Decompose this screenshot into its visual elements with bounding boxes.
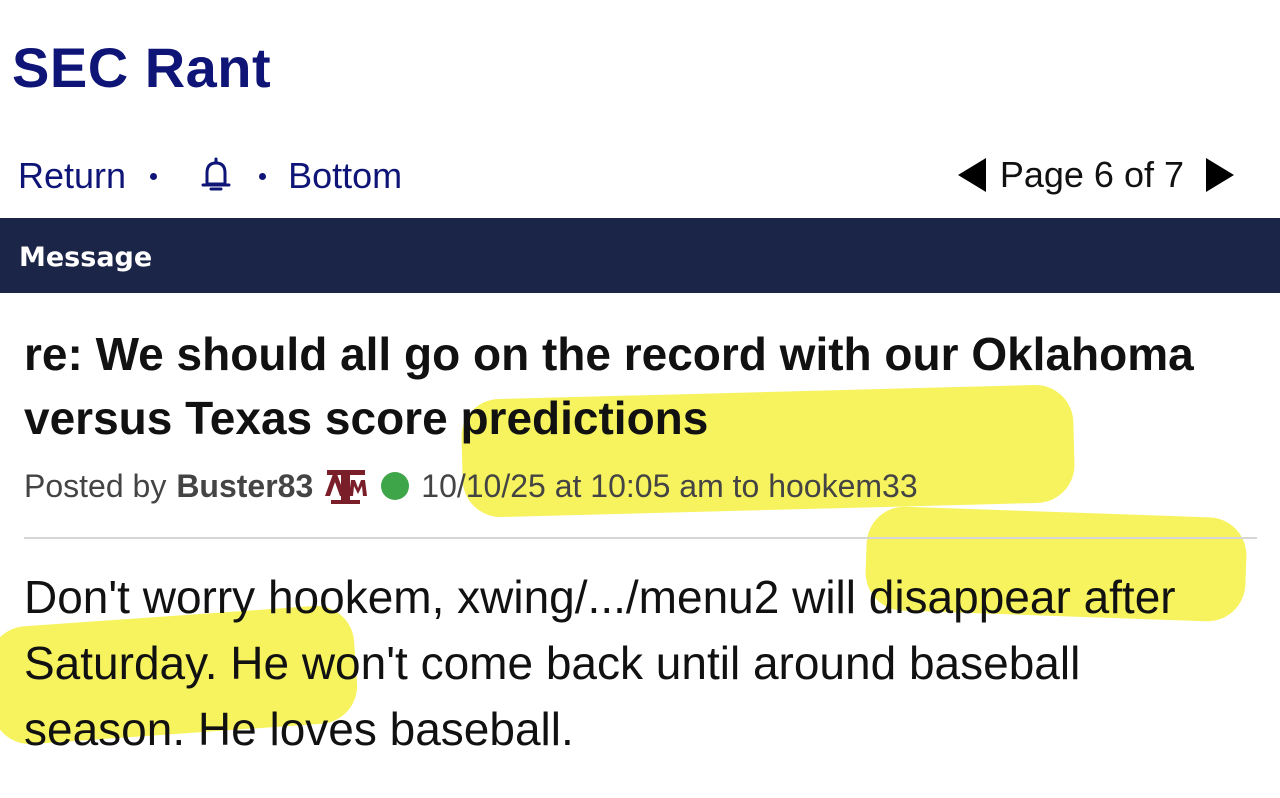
- bell-icon[interactable]: [199, 157, 233, 195]
- page: SEC Rant Return Bottom Page 6 of 7 Messa…: [0, 0, 1280, 798]
- post-body: Don't worry hookem, xwing/.../menu2 will…: [24, 571, 1176, 755]
- author-link[interactable]: Buster83: [176, 468, 313, 505]
- pagination: Page 6 of 7: [957, 150, 1234, 200]
- post-meta: Posted by Buster83 10/10/25 at 10:05 am …: [24, 462, 918, 510]
- nav-separator-dot: [150, 172, 158, 180]
- previous-page-arrow-icon[interactable]: [957, 158, 986, 192]
- nav-bar: Return Bottom: [18, 152, 402, 200]
- post-title: re: We should all go on the record with …: [24, 328, 1194, 444]
- next-page-arrow-icon[interactable]: [1206, 158, 1234, 192]
- post-timestamp[interactable]: 10/10/25 at 10:05 am to hookem33: [421, 468, 917, 505]
- post-divider: [24, 537, 1257, 539]
- return-link[interactable]: Return: [18, 155, 126, 197]
- site-title[interactable]: SEC Rant: [12, 40, 271, 96]
- nav-separator-dot: [259, 172, 267, 180]
- page-indicator[interactable]: Page 6 of 7: [1000, 154, 1184, 196]
- online-status-icon: [381, 472, 410, 500]
- section-header-bar: Message: [0, 218, 1280, 293]
- texas-am-logo-icon: [323, 466, 369, 506]
- section-header-label: Message: [19, 242, 153, 273]
- bottom-link[interactable]: Bottom: [288, 155, 402, 197]
- posted-by-label: Posted by: [24, 467, 167, 504]
